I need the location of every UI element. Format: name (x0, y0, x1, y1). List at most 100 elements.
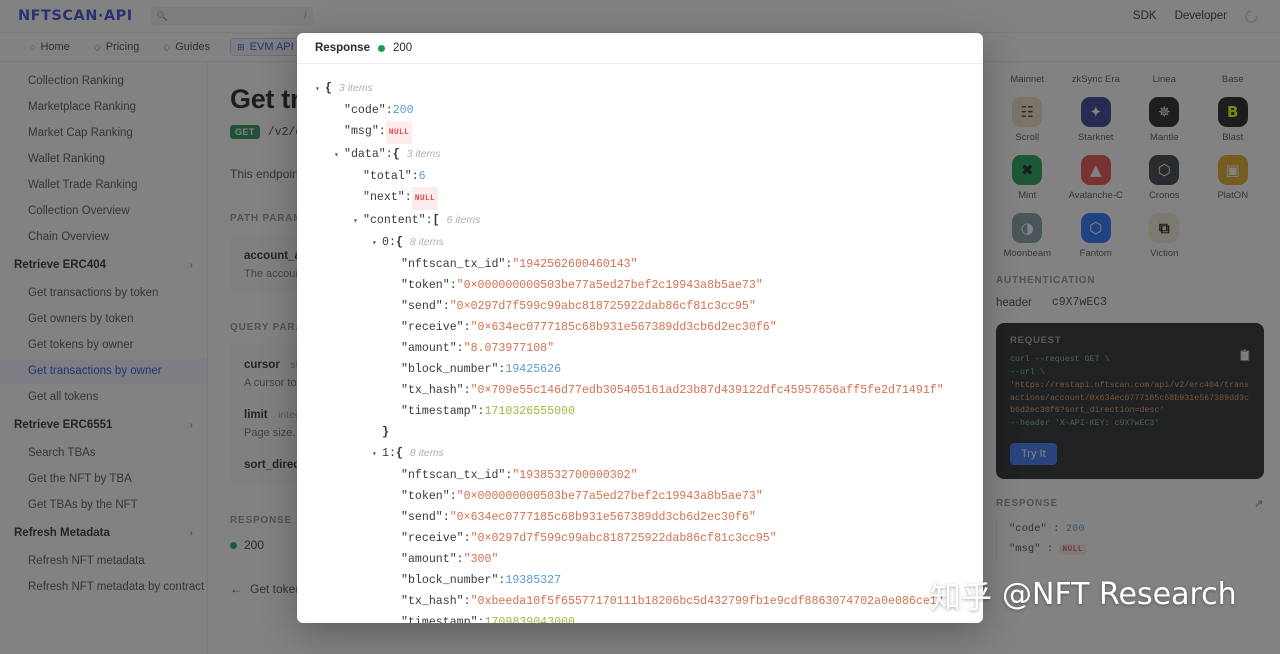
json-string-value: "1938532700000302" (512, 469, 638, 482)
json-colon: : (449, 490, 457, 503)
json-item-count: 3 items (406, 148, 441, 160)
json-row: ▾{3 items (315, 78, 973, 100)
disclosure-triangle-icon[interactable]: ▾ (315, 79, 325, 100)
json-brace: } (382, 426, 389, 439)
watermark-handle: @NFT Research (1002, 577, 1237, 612)
json-item-count: 8 items (409, 447, 444, 459)
json-colon: : (385, 148, 393, 161)
json-string-value: "0×634ec0777185c68b931e567389dd3cb6d2ec3… (449, 511, 756, 524)
json-key: "timestamp" (401, 405, 478, 418)
disclosure-triangle-icon[interactable]: ▾ (334, 145, 344, 166)
json-row: "tx_hash" : "0xbeeda10f5f65577170111b182… (315, 591, 973, 612)
json-row: "timestamp" : 1709839043000 (315, 612, 973, 623)
json-string-value: "0×0297d7f599c99abc818725922dab86cf81c3c… (470, 532, 777, 545)
json-brace: { (392, 148, 400, 161)
json-key: "send" (401, 511, 443, 524)
json-colon: : (404, 191, 412, 204)
json-key: "content" (363, 214, 426, 227)
json-row: "amount" : "300" (315, 549, 973, 570)
json-colon: : (449, 279, 457, 292)
json-string-value: "300" (463, 553, 499, 566)
json-row: "send" : "0×634ec0777185c68b931e567389dd… (315, 507, 973, 528)
json-key: "receive" (401, 321, 464, 334)
json-string-value: "0×634ec0777185c68b931e567389dd3cb6d2ec3… (470, 321, 777, 334)
json-row: "receive" : "0×634ec0777185c68b931e56738… (315, 317, 973, 338)
json-row: "tx_hash" : "0×709e55c146d77edb305405161… (315, 380, 973, 401)
json-key: "token" (401, 279, 450, 292)
json-number-value: 200 (392, 104, 414, 117)
json-key: "next" (363, 191, 405, 204)
json-colon: : (463, 532, 471, 545)
watermark: 知乎 @NFT Research (930, 572, 1237, 617)
json-row: "next" : NULL (315, 187, 973, 210)
json-brace: [ (432, 214, 440, 227)
json-key: "block_number" (401, 574, 499, 587)
json-colon: : (463, 384, 471, 397)
json-row: "block_number" : 19425626 (315, 359, 973, 380)
json-colon: : (498, 574, 506, 587)
json-row: "msg" : NULL (315, 121, 973, 144)
json-key: "nftscan_tx_id" (401, 258, 506, 271)
json-brace: { (395, 447, 403, 460)
json-row: "block_number" : 19385327 (315, 570, 973, 591)
json-key: "token" (401, 490, 450, 503)
json-colon: : (456, 342, 464, 355)
json-row: "nftscan_tx_id" : "1938532700000302" (315, 465, 973, 486)
json-colon: : (456, 553, 464, 566)
json-key: "amount" (401, 553, 457, 566)
json-key: "amount" (401, 342, 457, 355)
json-key: "nftscan_tx_id" (401, 469, 506, 482)
json-brace: { (325, 82, 332, 95)
json-key: 1 (382, 447, 389, 460)
json-row: } (315, 422, 973, 443)
json-null-badge: NULL (411, 187, 439, 210)
json-key: "timestamp" (401, 616, 478, 623)
json-key: "block_number" (401, 363, 499, 376)
json-key: "receive" (401, 532, 464, 545)
json-brace: { (395, 236, 403, 249)
modal-title: Response (315, 42, 370, 54)
json-colon: : (388, 236, 396, 249)
disclosure-triangle-icon[interactable]: ▾ (372, 444, 382, 465)
json-colon: : (411, 170, 419, 183)
json-key: "total" (363, 170, 412, 183)
json-key: "code" (344, 104, 386, 117)
json-number-value: 19385327 (505, 574, 562, 587)
json-string-value: "0×0297d7f599c99abc818725922dab86cf81c3c… (449, 300, 756, 313)
json-item-count: 6 items (446, 214, 481, 226)
modal-header: Response 200 (297, 33, 983, 64)
json-key: "tx_hash" (401, 595, 464, 608)
json-key: "tx_hash" (401, 384, 464, 397)
json-tree-viewer[interactable]: ▾{3 items "code" : 200 "msg" : NULL ▾ "data"… (297, 64, 983, 623)
json-number-value: 19425626 (505, 363, 562, 376)
json-null-badge: NULL (385, 121, 413, 144)
json-colon: : (505, 258, 513, 271)
json-timestamp-value: 1709839043000 (484, 616, 575, 623)
json-key: "msg" (344, 125, 379, 138)
json-colon: : (442, 300, 450, 313)
json-colon: : (463, 321, 471, 334)
json-row: "nftscan_tx_id" : "1942562600460143" (315, 254, 973, 275)
json-colon: : (505, 469, 513, 482)
status-dot-icon (377, 44, 385, 52)
disclosure-triangle-icon[interactable]: ▾ (353, 211, 363, 232)
json-item-count: 8 items (409, 236, 444, 248)
json-string-value: "0×000000000503be77a5ed27bef2c19943a8b5a… (456, 279, 763, 292)
disclosure-triangle-icon[interactable]: ▾ (372, 233, 382, 254)
json-number-value: 6 (418, 170, 426, 183)
json-string-value: "0×000000000503be77a5ed27bef2c19943a8b5a… (456, 490, 763, 503)
json-colon: : (425, 214, 433, 227)
watermark-zhihu: 知乎 (930, 580, 992, 616)
json-row: "timestamp" : 1710326555000 (315, 401, 973, 422)
json-colon: : (477, 616, 485, 623)
json-row: "code" : 200 (315, 100, 973, 121)
json-row: "receive" : "0×0297d7f599c99abc818725922… (315, 528, 973, 549)
json-timestamp-value: 1710326555000 (484, 405, 575, 418)
json-row: ▾ 1 : {8 items (315, 443, 973, 465)
json-colon: : (463, 595, 471, 608)
json-row: "total" : 6 (315, 166, 973, 187)
json-row: ▾ 0 : {8 items (315, 232, 973, 254)
json-key: "send" (401, 300, 443, 313)
json-string-value: "0×709e55c146d77edb305405161ad23b87d4391… (470, 384, 944, 397)
json-row: "send" : "0×0297d7f599c99abc818725922dab… (315, 296, 973, 317)
